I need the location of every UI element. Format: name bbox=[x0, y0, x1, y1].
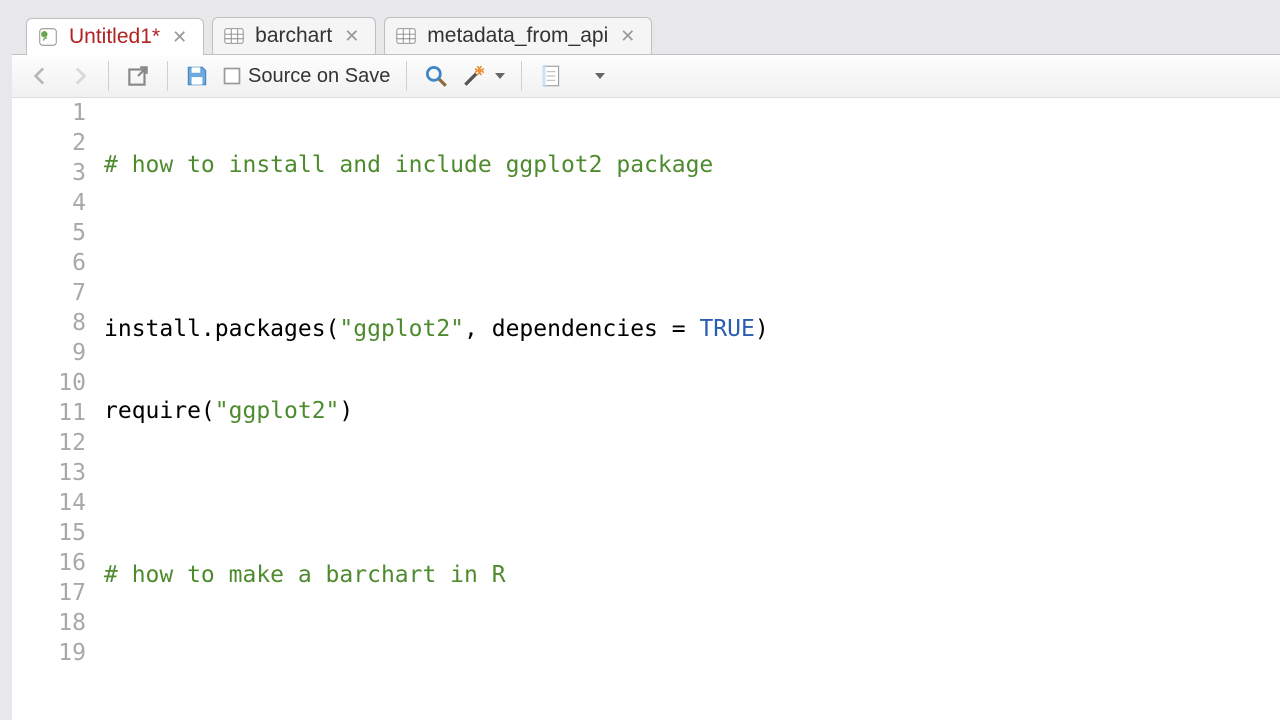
popout-button[interactable] bbox=[121, 59, 155, 93]
table-icon bbox=[223, 25, 245, 47]
code-area[interactable]: # how to install and include ggplot2 pac… bbox=[104, 98, 1280, 720]
divider bbox=[167, 61, 168, 91]
line-number: 1 bbox=[12, 98, 86, 128]
script-icon bbox=[37, 26, 59, 48]
chevron-down-icon bbox=[495, 73, 505, 79]
divider bbox=[521, 61, 522, 91]
tab-title: metadata_from_api bbox=[427, 24, 608, 48]
line-number: 2 bbox=[12, 128, 86, 158]
line-number: 4 bbox=[12, 188, 86, 218]
line-number: 11 bbox=[12, 398, 86, 428]
compile-report-button[interactable] bbox=[534, 59, 568, 93]
more-button[interactable] bbox=[582, 59, 616, 93]
line-number: 7 bbox=[12, 278, 86, 308]
line-number: 10 bbox=[12, 368, 86, 398]
tab-bar: Untitled1* ✕ barchart ✕ metadata_from_ap… bbox=[12, 0, 1280, 54]
code-tools-button[interactable] bbox=[457, 59, 509, 93]
back-button[interactable] bbox=[24, 59, 58, 93]
source-on-save-checkbox[interactable]: Source on Save bbox=[218, 59, 394, 93]
table-icon bbox=[395, 25, 417, 47]
line-number: 12 bbox=[12, 428, 86, 458]
gutter: 1 2 3 4 5 6 7 8 9 10 11 12 13 14 15 16 1… bbox=[12, 98, 104, 720]
line-number: 8 bbox=[12, 308, 86, 338]
code-text: # how to install and include ggplot2 pac… bbox=[104, 152, 713, 178]
code-text: ) bbox=[755, 316, 769, 342]
editor-window: Untitled1* ✕ barchart ✕ metadata_from_ap… bbox=[0, 0, 1280, 720]
toolbar: Source on Save bbox=[12, 54, 1280, 98]
chevron-down-icon bbox=[595, 73, 605, 79]
code-text: "ggplot2" bbox=[339, 316, 464, 342]
code-text: require( bbox=[104, 398, 215, 424]
line-number: 3 bbox=[12, 158, 86, 188]
line-number: 16 bbox=[12, 548, 86, 578]
save-button[interactable] bbox=[180, 59, 214, 93]
tab-title: Untitled1* bbox=[69, 25, 160, 49]
code-text: # how to make a barchart in R bbox=[104, 562, 506, 588]
line-number: 17 bbox=[12, 578, 86, 608]
line-number: 15 bbox=[12, 518, 86, 548]
divider bbox=[406, 61, 407, 91]
line-number: 13 bbox=[12, 458, 86, 488]
code-text: ) bbox=[339, 398, 353, 424]
close-icon[interactable]: ✕ bbox=[342, 26, 361, 47]
code-text: install.packages( bbox=[104, 316, 339, 342]
find-button[interactable] bbox=[419, 59, 453, 93]
close-icon[interactable]: ✕ bbox=[618, 26, 637, 47]
code-editor[interactable]: 1 2 3 4 5 6 7 8 9 10 11 12 13 14 15 16 1… bbox=[12, 98, 1280, 720]
line-number: 14 bbox=[12, 488, 86, 518]
line-number: 6 bbox=[12, 248, 86, 278]
divider bbox=[108, 61, 109, 91]
tab-title: barchart bbox=[255, 24, 332, 48]
source-on-save-label: Source on Save bbox=[248, 65, 390, 88]
close-icon[interactable]: ✕ bbox=[170, 27, 189, 48]
line-number: 9 bbox=[12, 338, 86, 368]
code-text: "ggplot2" bbox=[215, 398, 340, 424]
line-number: 19 bbox=[12, 638, 86, 668]
code-text: TRUE bbox=[699, 316, 754, 342]
line-number: 18 bbox=[12, 608, 86, 638]
line-number: 5 bbox=[12, 218, 86, 248]
tab-untitled1[interactable]: Untitled1* ✕ bbox=[26, 18, 204, 55]
tab-metadata[interactable]: metadata_from_api ✕ bbox=[384, 17, 652, 54]
tab-barchart[interactable]: barchart ✕ bbox=[212, 17, 376, 54]
forward-button[interactable] bbox=[62, 59, 96, 93]
code-text: , dependencies = bbox=[464, 316, 699, 342]
